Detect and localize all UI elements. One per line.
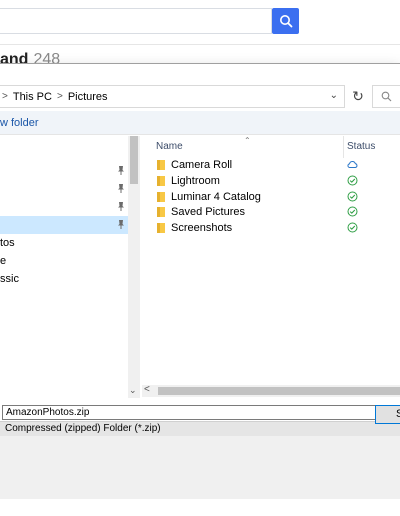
search-icon — [279, 15, 292, 28]
scroll-left-icon[interactable]: < — [144, 384, 150, 395]
sidebar-item-label: ssic — [0, 273, 19, 285]
file-name: Camera Roll — [171, 159, 233, 171]
sidebar-item[interactable]: e — [0, 252, 128, 270]
breadcrumb-item-pictures[interactable]: Pictures — [68, 91, 108, 103]
file-name: Lightroom — [171, 175, 220, 187]
folder-icon — [157, 192, 165, 202]
save-button[interactable]: S — [375, 405, 400, 424]
background-search-button[interactable] — [272, 8, 299, 34]
folder-icon — [157, 223, 165, 233]
sidebar-item-label: tos — [0, 237, 15, 249]
file-list-row[interactable]: Saved Pictures — [142, 205, 400, 220]
address-bar[interactable]: > This PC > Pictures ⌄ — [0, 85, 345, 108]
sidebar-item-label: e — [0, 255, 7, 267]
file-list-row[interactable]: Luminar 4 Catalog — [142, 190, 400, 205]
synced-check-icon — [347, 191, 358, 202]
file-list-header: Name ⌃ Status — [142, 136, 400, 158]
sidebar-item[interactable]: tos — [0, 234, 128, 252]
file-list-row[interactable]: Screenshots — [142, 221, 400, 236]
folder-icon — [157, 160, 165, 170]
folder-icon — [157, 207, 165, 217]
breadcrumb-chevron-icon: > — [56, 91, 63, 102]
breadcrumb-chevron-icon: > — [2, 91, 8, 102]
chevron-down-icon[interactable]: ⌄ — [330, 90, 338, 101]
save-button-label: S — [396, 408, 400, 420]
sidebar-item[interactable] — [0, 162, 128, 180]
refresh-icon: ↻ — [352, 88, 364, 104]
pin-icon — [117, 201, 125, 213]
horizontal-scrollbar[interactable]: < — [142, 384, 400, 397]
dialog-footer — [0, 436, 400, 499]
sidebar-item[interactable]: ssic — [0, 270, 128, 288]
column-header-name[interactable]: Name — [156, 141, 183, 152]
save-as-type-select[interactable]: Compressed (zipped) Folder (*.zip) — [0, 421, 400, 436]
scrollbar-thumb[interactable] — [158, 387, 400, 395]
cloud-icon — [347, 159, 358, 170]
synced-check-icon — [347, 206, 358, 217]
breadcrumb-item-this-pc[interactable]: This PC — [13, 91, 52, 103]
sidebar-item[interactable] — [0, 216, 128, 234]
background-search-input[interactable] — [0, 8, 272, 34]
folder-icon — [157, 176, 165, 186]
navigation-scrollbar[interactable]: ⌄ — [128, 136, 140, 398]
pin-icon — [117, 165, 125, 177]
synced-check-icon — [347, 222, 358, 233]
synced-check-icon — [347, 175, 358, 186]
file-name-input[interactable] — [2, 405, 400, 420]
command-bar: w folder — [0, 111, 400, 135]
file-name: Screenshots — [171, 222, 233, 234]
file-name: Saved Pictures — [171, 206, 245, 218]
pin-icon — [117, 183, 125, 195]
file-name: Luminar 4 Catalog — [171, 191, 261, 203]
search-icon — [381, 91, 392, 102]
refresh-button[interactable]: ↻ — [347, 85, 369, 108]
column-divider[interactable] — [343, 136, 344, 158]
pin-icon — [117, 219, 125, 231]
sort-ascending-icon: ⌃ — [244, 136, 251, 145]
sidebar-item[interactable] — [0, 180, 128, 198]
background-divider — [0, 44, 400, 45]
scroll-down-icon[interactable]: ⌄ — [129, 385, 137, 396]
column-header-status[interactable]: Status — [347, 141, 375, 152]
file-list-row[interactable]: Lightroom — [142, 174, 400, 189]
file-list-row[interactable]: Camera Roll — [142, 158, 400, 173]
dialog-title-area — [0, 64, 400, 84]
folder-search-input[interactable] — [372, 85, 400, 108]
scrollbar-thumb[interactable] — [130, 136, 138, 184]
new-folder-button[interactable]: w folder — [0, 117, 39, 129]
sidebar-item[interactable] — [0, 198, 128, 216]
